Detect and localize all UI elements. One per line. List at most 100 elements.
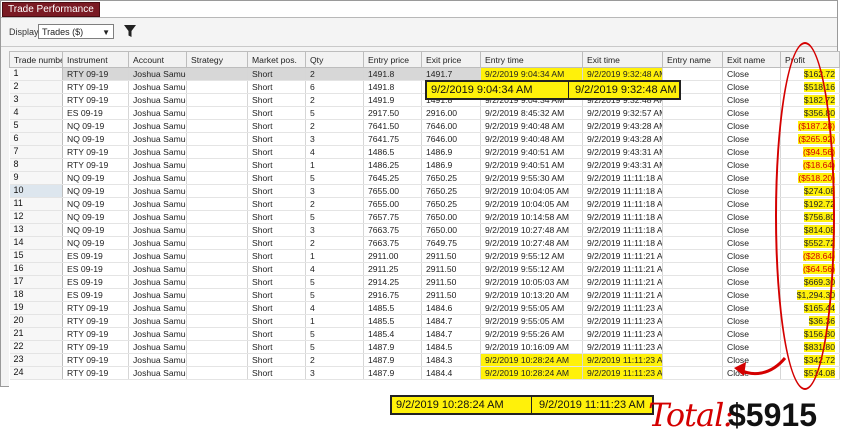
table-row[interactable]: 21 RTY 09-19 Joshua Samue Short 5 1485.4 1484.…	[9, 327, 840, 341]
exit-price-cell: 7650.00	[421, 210, 481, 224]
trade-number-cell: 23	[9, 353, 63, 367]
entry-name-cell	[662, 340, 723, 354]
qty-cell: 1	[305, 249, 364, 263]
table-row[interactable]: 4 ES 09-19 Joshua Samue Short 5 2917.50 2916.0…	[9, 106, 840, 120]
column-header[interactable]: Entry price	[363, 51, 422, 68]
exit-price-cell: 7650.25	[421, 184, 481, 198]
exit-time-cell: 9/2/2019 11:11:23 AM	[582, 340, 663, 354]
exit-name-cell: Close	[722, 106, 781, 120]
account-cell: Joshua Samue	[128, 301, 187, 315]
funnel-icon[interactable]	[123, 23, 137, 39]
column-header[interactable]: Account	[128, 51, 187, 68]
exit-price-cell: 1484.3	[421, 353, 481, 367]
exit-name-cell: Close	[722, 327, 781, 341]
trade-number-cell: 19	[9, 301, 63, 315]
entry-name-cell	[662, 197, 723, 211]
account-cell: Joshua Samue	[128, 93, 187, 107]
exit-name-cell: Close	[722, 171, 781, 185]
toolbar: Display Trades ($) ▼	[1, 18, 837, 47]
table-row[interactable]: 8 RTY 09-19 Joshua Samue Short 1 1486.25 1486.…	[9, 158, 840, 172]
table-row[interactable]: 1 RTY 09-19 Joshua Samue Short 2 1491.8 1491.7…	[9, 67, 840, 81]
table-row[interactable]: 17 ES 09-19 Joshua Samue Short 5 2914.25 2911.…	[9, 275, 840, 289]
strategy-cell	[186, 249, 248, 263]
table-row[interactable]: 9 NQ 09-19 Joshua Samue Short 5 7645.25 7650.2…	[9, 171, 840, 185]
exit-price-cell: 2911.50	[421, 262, 481, 276]
entry-price-cell: 2917.50	[363, 106, 422, 120]
table-row[interactable]: 13 NQ 09-19 Joshua Samue Short 3 7663.75 7650.…	[9, 223, 840, 237]
table-row[interactable]: 18 ES 09-19 Joshua Samue Short 5 2916.75 2911.…	[9, 288, 840, 302]
strategy-cell	[186, 236, 248, 250]
entry-name-cell	[662, 262, 723, 276]
column-header[interactable]: Market pos.	[247, 51, 306, 68]
qty-cell: 2	[305, 119, 364, 133]
entry-name-cell	[662, 210, 723, 224]
display-select[interactable]: Trades ($) ▼	[38, 24, 114, 39]
strategy-cell	[186, 366, 248, 380]
exit-time-cell: 9/2/2019 9:43:31 AM	[582, 145, 663, 159]
entry-price-cell: 7655.00	[363, 197, 422, 211]
column-header[interactable]: Exit time	[582, 51, 663, 68]
entry-price-cell: 7663.75	[363, 223, 422, 237]
entry-price-cell: 1485.5	[363, 314, 422, 328]
column-header[interactable]: Entry time	[480, 51, 583, 68]
column-header[interactable]: Strategy	[186, 51, 248, 68]
table-row[interactable]: 11 NQ 09-19 Joshua Samue Short 2 7655.00 7650.…	[9, 197, 840, 211]
table-row[interactable]: 10 NQ 09-19 Joshua Samue Short 3 7655.00 7650.…	[9, 184, 840, 198]
market-pos-cell: Short	[247, 93, 306, 107]
entry-name-cell	[662, 288, 723, 302]
strategy-cell	[186, 262, 248, 276]
exit-time-cell: 9/2/2019 9:43:28 AM	[582, 132, 663, 146]
table-row[interactable]: 16 ES 09-19 Joshua Samue Short 4 2911.25 2911.…	[9, 262, 840, 276]
column-header[interactable]: Qty	[305, 51, 364, 68]
instrument-cell: RTY 09-19	[62, 145, 129, 159]
instrument-cell: ES 09-19	[62, 288, 129, 302]
market-pos-cell: Short	[247, 288, 306, 302]
market-pos-cell: Short	[247, 132, 306, 146]
trade-number-cell: 24	[9, 366, 63, 380]
column-header[interactable]: Trade number	[9, 51, 63, 68]
table-row[interactable]: 5 NQ 09-19 Joshua Samue Short 2 7641.50 7646.0…	[9, 119, 840, 133]
column-header[interactable]: Exit name	[722, 51, 781, 68]
table-row[interactable]: 14 NQ 09-19 Joshua Samue Short 2 7663.75 7649.…	[9, 236, 840, 250]
exit-price-cell: 1491.7	[421, 67, 481, 81]
exit-price-cell: 7650.25	[421, 197, 481, 211]
exit-time-cell: 9/2/2019 11:11:23 AM	[582, 327, 663, 341]
table-row[interactable]: 22 RTY 09-19 Joshua Samue Short 5 1487.9 1484.…	[9, 340, 840, 354]
table-row[interactable]: 19 RTY 09-19 Joshua Samue Short 4 1485.5 1484.…	[9, 301, 840, 315]
table-row[interactable]: 7 RTY 09-19 Joshua Samue Short 4 1486.5 1486.9…	[9, 145, 840, 159]
column-header[interactable]: Instrument	[62, 51, 129, 68]
exit-price-cell: 1484.4	[421, 366, 481, 380]
entry-time-cell: 9/2/2019 10:05:03 AM	[480, 275, 583, 289]
callout-bottom: 9/2/2019 10:28:24 AM 9/2/2019 11:11:23 A…	[390, 395, 654, 415]
instrument-cell: RTY 09-19	[62, 366, 129, 380]
column-header[interactable]: Exit price	[421, 51, 481, 68]
exit-time-cell: 9/2/2019 9:32:57 AM	[582, 106, 663, 120]
market-pos-cell: Short	[247, 106, 306, 120]
column-header[interactable]: Entry name	[662, 51, 723, 68]
entry-price-cell: 7657.75	[363, 210, 422, 224]
strategy-cell	[186, 67, 248, 81]
strategy-cell	[186, 327, 248, 341]
market-pos-cell: Short	[247, 301, 306, 315]
table-row[interactable]: 20 RTY 09-19 Joshua Samue Short 1 1485.5 1484.…	[9, 314, 840, 328]
entry-price-cell: 7645.25	[363, 171, 422, 185]
qty-cell: 4	[305, 145, 364, 159]
table-row[interactable]: 6 NQ 09-19 Joshua Samue Short 3 7641.75 7646.0…	[9, 132, 840, 146]
entry-time-cell: 9/2/2019 10:27:48 AM	[480, 236, 583, 250]
table-row[interactable]: 12 NQ 09-19 Joshua Samue Short 5 7657.75 7650.…	[9, 210, 840, 224]
account-cell: Joshua Samue	[128, 249, 187, 263]
qty-cell: 1	[305, 314, 364, 328]
exit-name-cell: Close	[722, 288, 781, 302]
trade-number-cell: 13	[9, 223, 63, 237]
entry-time-cell: 9/2/2019 9:04:34 AM	[480, 67, 583, 81]
entry-price-cell: 1487.9	[363, 340, 422, 354]
entry-name-cell	[662, 275, 723, 289]
market-pos-cell: Short	[247, 223, 306, 237]
entry-time-cell: 9/2/2019 9:55:05 AM	[480, 301, 583, 315]
trade-number-cell: 6	[9, 132, 63, 146]
entry-price-cell: 7641.75	[363, 132, 422, 146]
exit-name-cell: Close	[722, 132, 781, 146]
exit-name-cell: Close	[722, 210, 781, 224]
table-row[interactable]: 15 ES 09-19 Joshua Samue Short 1 2911.00 2911.…	[9, 249, 840, 263]
trade-number-cell: 2	[9, 80, 63, 94]
